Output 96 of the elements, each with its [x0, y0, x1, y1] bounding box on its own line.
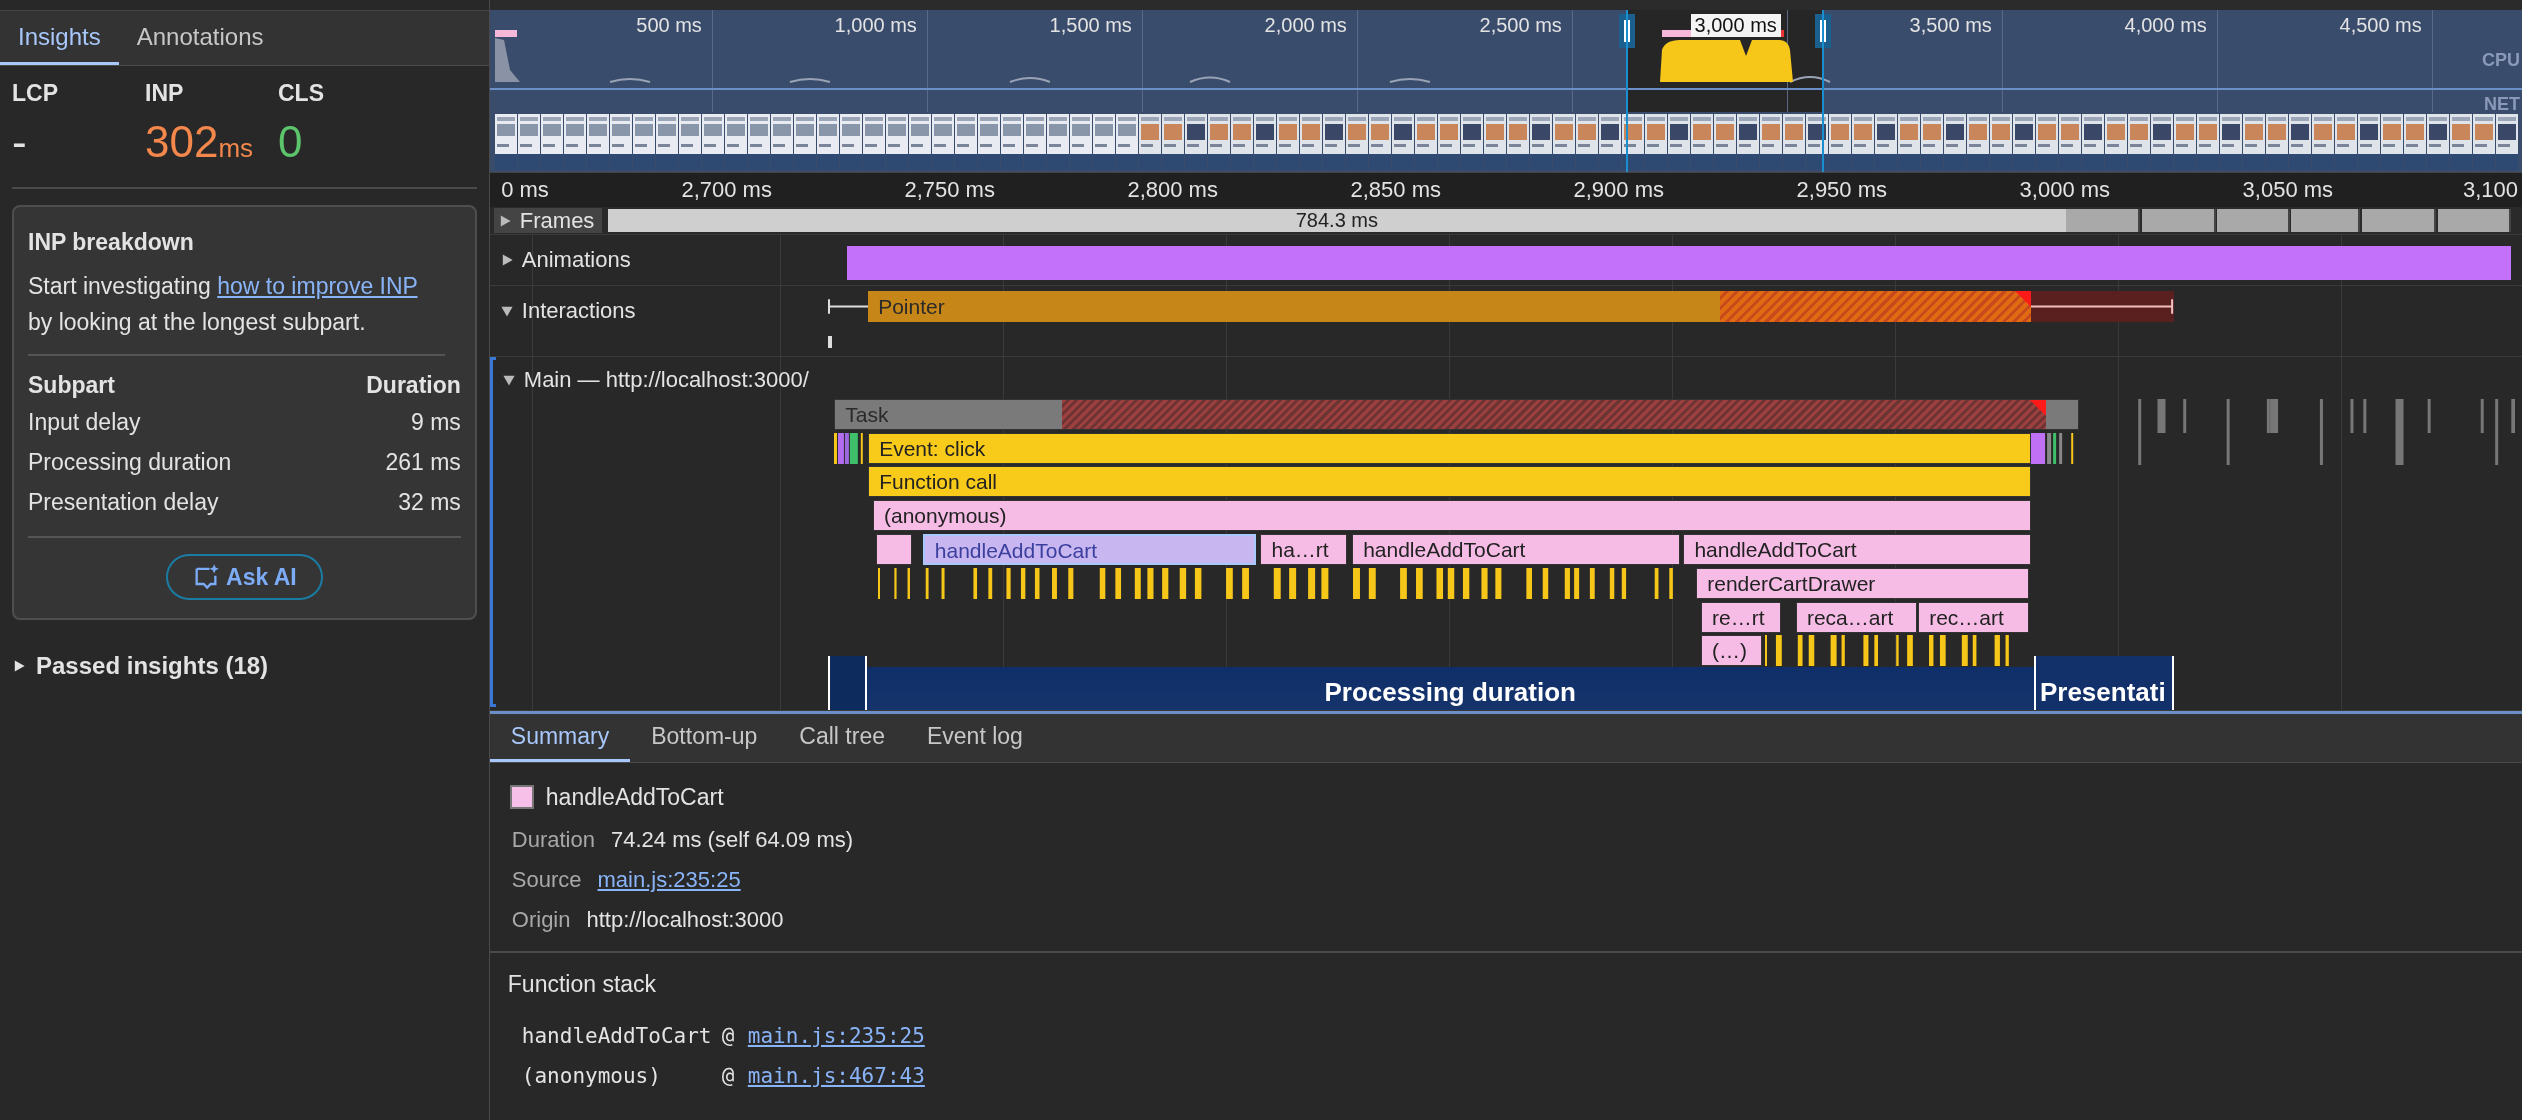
details-tab[interactable]: Summary [489, 714, 631, 762]
phase-bar[interactable]: Presentati [2033, 656, 2174, 710]
sidebar-tab[interactable]: Annotations [118, 11, 282, 65]
source-link[interactable]: main.js:235:25 [597, 867, 741, 893]
frame-bar[interactable] [2291, 209, 2361, 232]
metric-label: CLS [278, 80, 325, 107]
phase-bar[interactable]: Processing duration [866, 667, 2034, 710]
frame-bar[interactable]: 784.3 ms [607, 209, 2067, 232]
triangle-icon [12, 659, 26, 673]
frame-bar[interactable] [2066, 209, 2141, 232]
metric-value: 302ms [145, 117, 255, 168]
flame-chart-entry[interactable]: handleAddToCart [1683, 534, 2031, 565]
table-cell-text: Input delay [28, 408, 141, 437]
overview-tick-label: 1,500 ms [1048, 14, 1133, 37]
flame-chart-entry[interactable]: handleAddToCart [922, 534, 1256, 565]
flame-chart-entry[interactable]: Event: click [868, 432, 2031, 464]
lane-label: NET [2484, 94, 2520, 115]
improve-inp-link[interactable]: how to improve INP [217, 273, 418, 299]
overview-tick-label: 2,500 ms [1478, 14, 1563, 37]
function-name: handleAddToCart [521, 1024, 713, 1048]
metric-label: INP [145, 80, 185, 107]
table-cell-text: Processing duration [28, 448, 232, 477]
flame-chart-entry[interactable] [876, 534, 912, 565]
function-name: (anonymous) [521, 1064, 662, 1088]
time-ruler-label: 2,850 ms [1350, 177, 1441, 203]
field-value: http://localhost:3000 [586, 907, 784, 933]
time-ruler-label: 3,000 ms [2019, 177, 2111, 203]
overview-tick-label: 4,000 ms [2123, 14, 2208, 37]
frame-bar[interactable] [2141, 209, 2216, 232]
overview-tick-label: 4,500 ms [2338, 14, 2423, 37]
time-ruler-label: 2,800 ms [1127, 177, 1218, 203]
summary-title: handleAddToCart [545, 783, 724, 811]
table-cell-text: Presentation delay [28, 488, 219, 517]
time-ruler-label: 3,050 ms [2242, 177, 2334, 203]
cpu-usage-area [494, 38, 520, 82]
overview-tick-label: 3,000 ms [1690, 14, 1781, 37]
column-header: Subpart [28, 371, 115, 400]
ask-ai-button[interactable]: Ask AI [166, 554, 323, 600]
flame-chart-entry[interactable]: (anonymous) [872, 500, 2031, 532]
track-label[interactable]: Interactions [499, 297, 636, 324]
frame-bar[interactable] [2361, 209, 2436, 232]
flame-chart-entry[interactable]: rec…art [1918, 601, 2030, 633]
column-header: Duration [366, 371, 461, 400]
track-label[interactable]: Frames [493, 208, 603, 233]
insight-text: Start investigating how to improve INP by looking at the longest subpart. [28, 268, 445, 356]
track-label[interactable]: Animations [499, 246, 631, 273]
frame-bar[interactable] [2217, 209, 2290, 232]
lane-label: CPU [2482, 50, 2520, 71]
range-handle[interactable] [1619, 10, 1636, 172]
time-ruler-label: 3,100 [2462, 177, 2518, 203]
table-cell-text: 32 ms [398, 488, 461, 517]
flame-chart-entry[interactable]: (…) [1701, 635, 1763, 667]
source-link[interactable]: main.js:235:25 [747, 1024, 925, 1048]
flame-chart-entry[interactable]: ha…rt [1260, 534, 1348, 565]
triangle-icon [501, 373, 516, 388]
time-ruler-label: 2,700 ms [681, 177, 772, 203]
at-sign: @ [721, 1064, 736, 1088]
metric-value: 0 [278, 117, 304, 167]
details-tab[interactable]: Event log [906, 714, 1044, 762]
range-marker [494, 30, 517, 37]
overview-tick-label: 1,000 ms [833, 14, 918, 37]
interaction-marker [827, 335, 832, 348]
track-label[interactable]: Main — http://localhost:3000/ [501, 367, 809, 394]
range-handle[interactable] [1815, 10, 1832, 172]
at-sign: @ [721, 1024, 736, 1048]
field-label: Origin [511, 907, 571, 933]
time-ruler-label: 2,900 ms [1573, 177, 1664, 203]
metric-label: LCP [12, 80, 59, 107]
details-tab[interactable]: Bottom-up [630, 714, 779, 762]
flame-chart-entry[interactable]: re…rt [1701, 601, 1782, 633]
time-ruler-label: 2,950 ms [1796, 177, 1888, 203]
sidebar-tab[interactable]: Insights [0, 11, 119, 65]
table-cell-text: 261 ms [385, 448, 461, 477]
section-title: Function stack [507, 971, 658, 998]
metric-value: - [12, 117, 28, 167]
field-label: Source [511, 867, 582, 893]
time-ruler-label: 0 ms [501, 177, 549, 203]
field-value: 74.24 ms (self 64.09 ms) [610, 827, 854, 853]
animation-bar[interactable] [847, 245, 2512, 280]
flame-chart-entry[interactable]: reca…art [1795, 601, 1917, 633]
time-ruler-label: 2,750 ms [904, 177, 995, 203]
insight-title: INP breakdown [28, 229, 195, 256]
flame-chart-entry[interactable]: renderCartDrawer [1696, 567, 2030, 599]
flame-chart-entry[interactable]: Function call [868, 466, 2031, 498]
input-delay-bar[interactable] [827, 656, 867, 710]
field-label: Duration [511, 827, 595, 853]
table-cell-text: 9 ms [410, 408, 461, 437]
interaction-bar[interactable]: Pointer [868, 290, 2031, 322]
passed-insights-toggle[interactable]: Passed insights (18) [12, 652, 477, 680]
details-tab[interactable]: Call tree [778, 714, 906, 762]
flame-chart-entry[interactable]: handleAddToCart [1352, 534, 1681, 565]
overview-tick-label: 2,000 ms [1263, 14, 1348, 37]
overview-tick-label: 500 ms [635, 14, 703, 37]
source-link[interactable]: main.js:467:43 [747, 1064, 925, 1088]
overview-tick-label: 3,500 ms [1908, 14, 1993, 37]
frame-bar[interactable] [2437, 209, 2512, 232]
